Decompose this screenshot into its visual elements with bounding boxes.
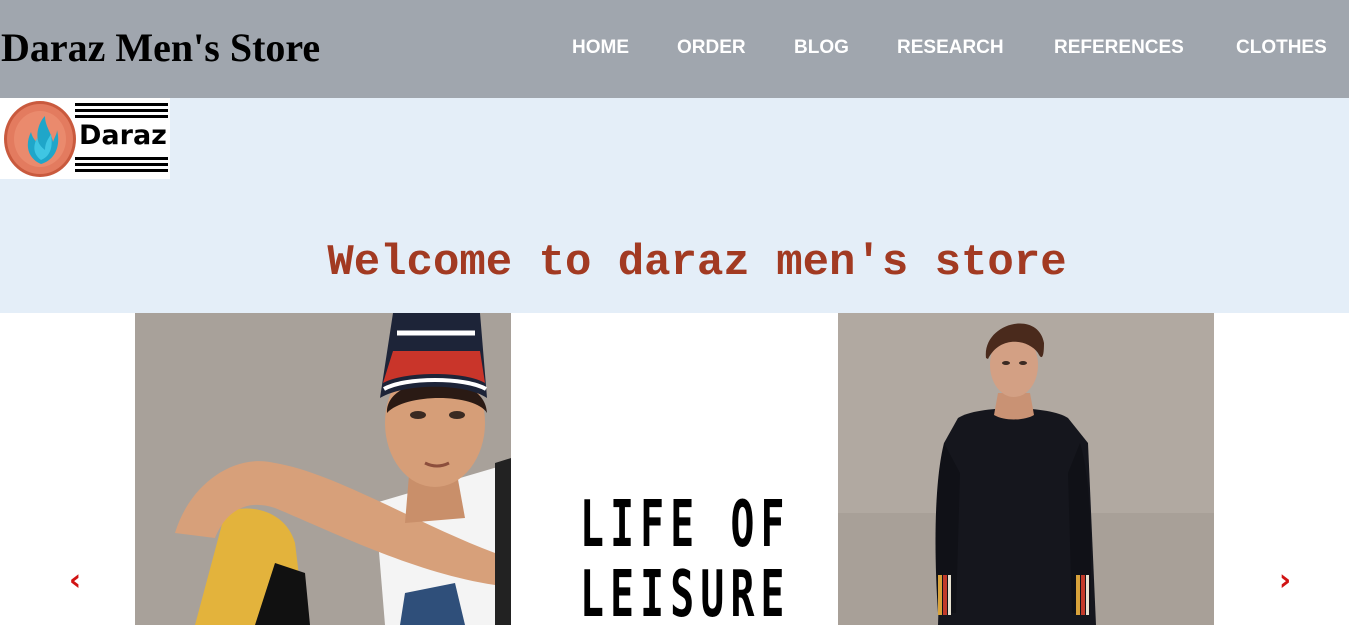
welcome-heading: Welcome to daraz men's store — [327, 238, 1067, 288]
logo-stripe — [75, 169, 168, 172]
carousel-prev-button[interactable]: ‹ — [63, 565, 87, 597]
welcome-banner: Daraz Welcome to daraz men's store — [0, 98, 1349, 313]
model-photo-hat-image — [135, 313, 511, 625]
logo-stripe — [75, 115, 168, 118]
nav-order[interactable]: ORDER — [677, 36, 746, 60]
logo-stripe — [75, 103, 168, 106]
nav-clothes[interactable]: CLOTHES — [1236, 36, 1327, 60]
logo-wordmark: Daraz — [77, 120, 169, 151]
nav-home[interactable]: HOME — [572, 36, 629, 60]
tagline: LIFE OF LEISURE — [580, 488, 791, 625]
image-carousel: LIFE OF LEISURE ‹ › — [0, 313, 1349, 625]
model-photo-hat — [135, 313, 511, 625]
daraz-logo[interactable]: Daraz — [0, 98, 170, 179]
logo-stripe — [75, 109, 168, 112]
carousel-next-button[interactable]: › — [1273, 565, 1297, 597]
nav-blog[interactable]: BLOG — [794, 36, 849, 60]
model-photo-sweater — [838, 313, 1214, 625]
main-nav: HOME ORDER BLOG RESEARCH REFERENCES CLOT… — [0, 36, 1349, 60]
tagline-line-2: LEISURE — [580, 558, 791, 625]
tagline-line-1: LIFE OF — [580, 488, 791, 562]
logo-emblem — [4, 101, 76, 177]
nav-research[interactable]: RESEARCH — [897, 36, 1004, 60]
site-header: Daraz Men's Store HOME ORDER BLOG RESEAR… — [0, 0, 1349, 98]
logo-stripe — [75, 163, 168, 166]
nav-references[interactable]: REFERENCES — [1054, 36, 1184, 60]
flame-icon — [27, 116, 59, 164]
model-photo-sweater-image — [838, 313, 1214, 625]
logo-stripe — [75, 157, 168, 160]
